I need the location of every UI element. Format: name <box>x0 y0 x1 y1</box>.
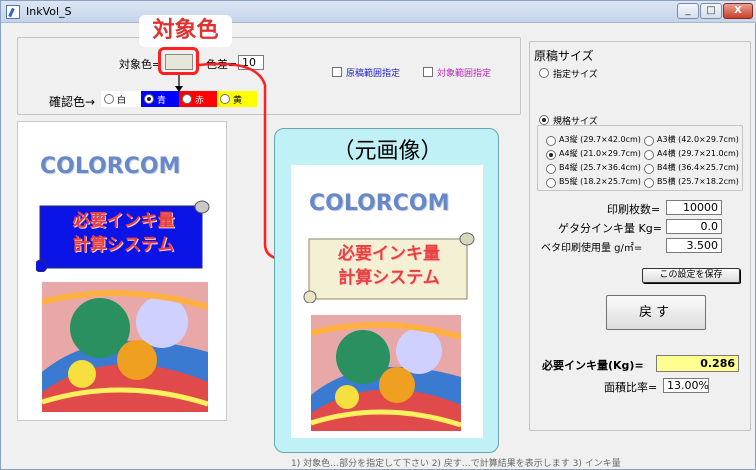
title-bar: InkVol_S _ □ X <box>1 1 756 23</box>
size-a3-landscape-radio[interactable] <box>644 136 654 146</box>
print-count-label: 印刷枚数= <box>607 203 661 216</box>
confirm-blue-radio[interactable] <box>144 94 154 104</box>
size-b5-landscape-label: B5横 (25.7×18.2cm) <box>657 177 739 186</box>
target-highlight-frame <box>158 47 199 75</box>
required-ink-label: 必要インキ量(Kg)= <box>542 359 644 372</box>
size-a4-landscape-label: A4横 (29.7×21.0cm) <box>657 149 739 158</box>
back-button[interactable]: 戻す <box>606 295 706 330</box>
original-range-label: 原稿範囲指定 <box>346 69 401 79</box>
confirm-white-radio[interactable] <box>104 94 114 104</box>
original-brand: COLORCOM <box>309 191 450 216</box>
area-ratio-label: 面積比率= <box>604 381 658 394</box>
app-icon <box>6 5 20 19</box>
size-b5-landscape-radio[interactable] <box>644 178 654 188</box>
size-a3-portrait-radio[interactable] <box>546 136 556 146</box>
size-b4-portrait-label: B4縦 (25.7×36.4cm) <box>559 163 641 172</box>
size-b5-portrait-radio[interactable] <box>546 178 556 188</box>
processed-crayon-image <box>42 282 208 412</box>
size-b4-portrait-radio[interactable] <box>546 164 556 174</box>
target-range-label: 対象範囲指定 <box>437 69 492 79</box>
standard-size-radio[interactable] <box>539 115 549 125</box>
original-range-checkbox[interactable] <box>332 67 342 77</box>
required-ink-value: 0.286 <box>656 355 739 372</box>
original-image-label: （元画像） <box>332 139 443 164</box>
close-button[interactable]: X <box>723 3 753 19</box>
scroll-line-1: 必要インキ量 <box>72 211 175 231</box>
confirm-blue-label: 青 <box>157 96 167 106</box>
scroll-line-2: 計算システム <box>72 235 175 255</box>
processed-scroll-banner: 必要インキ量 計算システム <box>36 200 211 272</box>
size-a4-portrait-radio[interactable] <box>546 150 556 160</box>
original-image-panel: （元画像） COLORCOM 必要インキ量 計算システム <box>274 128 499 453</box>
confirm-color-white[interactable]: 白 <box>101 91 141 107</box>
app-window: InkVol_S _ □ X 対象色= 対象色 色差= 10 原稿範囲指定 対象… <box>0 0 756 470</box>
minimize-button[interactable]: _ <box>677 3 699 19</box>
maximize-button[interactable]: □ <box>700 3 722 19</box>
area-ratio-value: 13.00% <box>663 378 709 393</box>
geta-ink-input[interactable]: 0.0 <box>666 219 722 234</box>
solid-usage-label: ベタ印刷使用量 g/㎡= <box>541 243 643 254</box>
print-count-input[interactable]: 10000 <box>666 200 722 215</box>
size-b4-landscape-radio[interactable] <box>644 164 654 174</box>
original-scroll-line-2: 計算システム <box>338 268 440 288</box>
callout-target-title: 対象色 <box>139 15 232 47</box>
size-a4-portrait-label: A4縦 (21.0×29.7cm) <box>559 149 641 158</box>
size-b4-landscape-label: B4横 (36.4×25.7cm) <box>657 163 739 172</box>
target-color-label: 対象色= <box>119 58 162 71</box>
confirm-white-label: 白 <box>117 96 127 106</box>
original-preview[interactable]: COLORCOM 必要インキ量 計算システム <box>291 165 483 438</box>
confirm-red-radio[interactable] <box>182 94 192 104</box>
geta-ink-label: ゲタ分インキ量 Kg= <box>558 222 662 235</box>
size-a4-landscape-radio[interactable] <box>644 150 654 160</box>
window-title: InkVol_S <box>26 5 72 18</box>
down-arrow-icon <box>175 75 183 92</box>
size-a3-landscape-label: A3横 (42.0×29.7cm) <box>657 135 739 144</box>
specify-size-radio[interactable] <box>539 68 549 78</box>
status-text: 1) 対象色…部分を指定して下さい 2) 戻す…で計算結果を表示します 3) イ… <box>291 459 621 469</box>
specify-size-label: 指定サイズ <box>553 70 598 80</box>
target-range-checkbox[interactable] <box>423 67 433 77</box>
paper-size-label: 原稿サイズ <box>534 49 594 63</box>
preview-brand: COLORCOM <box>40 154 181 179</box>
solid-usage-input[interactable]: 3.500 <box>666 238 722 253</box>
original-scroll-line-1: 必要インキ量 <box>338 244 440 264</box>
original-scroll-banner: 必要インキ量 計算システム <box>303 231 475 303</box>
save-settings-button[interactable]: この設定を保存 <box>642 268 740 283</box>
processed-preview[interactable]: COLORCOM 必要インキ量 計算システム <box>17 121 227 421</box>
confirm-color-label: 確認色→ <box>49 95 96 109</box>
size-a3-portrait-label: A3縦 (29.7×42.0cm) <box>559 135 641 144</box>
size-b5-portrait-label: B5縦 (18.2×25.7cm) <box>559 177 641 186</box>
confirm-color-blue[interactable]: 青 <box>141 91 179 107</box>
original-crayon-image <box>311 315 461 431</box>
